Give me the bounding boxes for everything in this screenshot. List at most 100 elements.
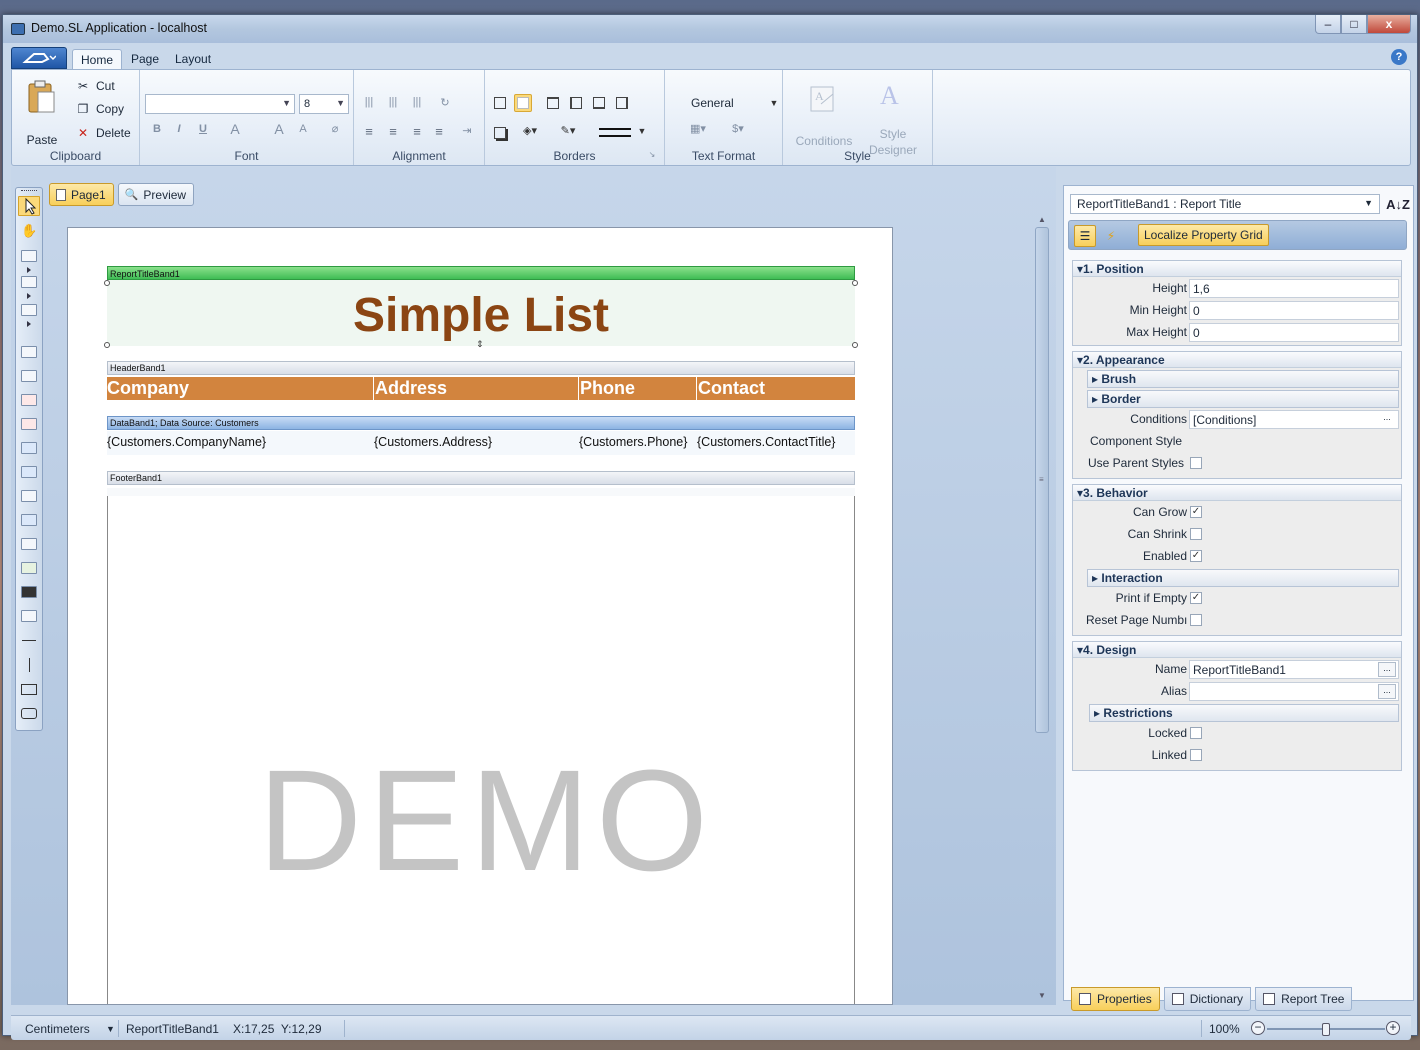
font-color-icon[interactable]: A <box>226 121 244 137</box>
hand-tool[interactable]: ✋ <box>21 223 37 238</box>
category-position-header[interactable]: ▾1. Position <box>1073 261 1401 277</box>
field-company-name[interactable]: {Customers.CompanyName} <box>107 435 266 449</box>
expand-arrow-icon[interactable] <box>27 321 31 327</box>
format-number-icon[interactable]: $▾ <box>729 122 747 135</box>
rounded-rectangle-tool[interactable] <box>21 708 37 719</box>
conditions-button[interactable]: Conditions <box>791 134 857 148</box>
resize-vertical-icon[interactable]: ⇕ <box>476 339 484 350</box>
data-band[interactable]: {Customers.CompanyName} {Customers.Addre… <box>107 431 855 455</box>
help-icon[interactable]: ? <box>1391 49 1407 65</box>
data-band-header[interactable]: DataBand1; Data Source: Customers <box>107 416 855 430</box>
clone-tool[interactable] <box>21 442 37 454</box>
format-currency-icon[interactable]: ▦▾ <box>689 122 707 135</box>
tab-page[interactable]: Page <box>123 49 167 69</box>
brush-expander[interactable]: ▸ Brush <box>1087 370 1399 388</box>
print-if-empty-checkbox[interactable]: ✓ <box>1190 592 1202 604</box>
ellipsis-button[interactable]: ... <box>1378 412 1396 427</box>
minimize-button[interactable]: – <box>1315 15 1341 34</box>
prop-alias-input[interactable]: ... <box>1189 682 1399 701</box>
vertical-line-tool[interactable] <box>29 658 30 672</box>
align-middle-icon[interactable]: ||| <box>384 96 402 108</box>
properties-view-icon[interactable]: ☰ <box>1074 225 1096 247</box>
justify-icon[interactable]: ≡ <box>430 124 448 139</box>
zoom-out-icon[interactable]: − <box>1251 1021 1265 1035</box>
form-tool[interactable] <box>21 490 37 502</box>
use-parent-styles-checkbox[interactable] <box>1190 457 1202 469</box>
band-tool[interactable] <box>21 250 37 262</box>
field-address[interactable]: {Customers.Address} <box>374 435 492 449</box>
bold-icon[interactable]: B <box>148 123 166 135</box>
shrink-font-icon[interactable]: A <box>294 123 312 135</box>
tab-dictionary[interactable]: Dictionary <box>1163 987 1252 1011</box>
border-style-icon[interactable] <box>599 128 631 137</box>
resize-handle[interactable] <box>852 342 858 348</box>
category-appearance-header[interactable]: ▾2. Appearance <box>1073 352 1401 368</box>
horizontal-line-tool[interactable] <box>22 640 36 641</box>
grow-font-icon[interactable]: A <box>270 121 288 137</box>
locked-checkbox[interactable] <box>1190 727 1202 739</box>
can-grow-checkbox[interactable]: ✓ <box>1190 506 1202 518</box>
tab-layout[interactable]: Layout <box>167 49 219 69</box>
scroll-up-icon[interactable]: ▲ <box>1038 215 1046 224</box>
font-family-select[interactable]: ▼ <box>145 94 295 114</box>
events-view-icon[interactable]: ⚡ <box>1100 225 1122 247</box>
resize-handle[interactable] <box>104 342 110 348</box>
clear-format-icon[interactable]: ⌀ <box>326 122 344 135</box>
copy-button[interactable]: ❐ Copy <box>76 102 124 116</box>
underline-icon[interactable]: U <box>194 123 212 135</box>
prop-min-height-input[interactable]: 0 <box>1189 301 1399 320</box>
barcode-tool[interactable] <box>21 586 37 598</box>
rich-text-tool[interactable] <box>21 418 37 430</box>
shape-tool[interactable] <box>21 610 37 622</box>
units-select[interactable]: Centimeters <box>25 1022 90 1036</box>
subreport-tool[interactable] <box>21 304 37 316</box>
report-title-band[interactable]: Simple List <box>107 280 855 346</box>
title-bar[interactable]: Demo.SL Application - localhost – □ x <box>3 15 1417 43</box>
tab-properties[interactable]: Properties <box>1071 987 1160 1011</box>
align-left-icon[interactable]: ≡ <box>360 124 378 139</box>
word-wrap-icon[interactable]: ⇥ <box>458 124 476 137</box>
pointer-tool[interactable] <box>18 196 40 216</box>
paste-button[interactable]: Paste <box>22 133 62 147</box>
container-tool[interactable] <box>21 466 37 478</box>
align-bottom-icon[interactable]: ||| <box>408 96 426 108</box>
report-page[interactable]: DEMO ReportTitleBand1 Simple List ⇕ Head… <box>67 227 893 1005</box>
vertical-scrollbar[interactable]: ▲ ≡ ▼ <box>1033 215 1050 1000</box>
bottom-border-icon[interactable] <box>590 94 608 112</box>
can-shrink-checkbox[interactable] <box>1190 528 1202 540</box>
resize-handle[interactable] <box>852 280 858 286</box>
chevron-down-icon[interactable]: ▼ <box>106 1024 115 1034</box>
footer-band-header[interactable]: FooterBand1 <box>107 471 855 485</box>
linked-checkbox[interactable] <box>1190 749 1202 761</box>
font-size-select[interactable]: 8 ▼ <box>299 94 349 114</box>
column-header-contact[interactable]: Contact <box>697 377 855 400</box>
prop-name-input[interactable]: ReportTitleBand1... <box>1189 660 1399 679</box>
tab-home[interactable]: Home <box>72 49 123 69</box>
delete-button[interactable]: ✕ Delete <box>76 126 131 140</box>
table-tool[interactable] <box>21 514 37 526</box>
page-tool[interactable] <box>21 346 37 358</box>
prop-max-height-input[interactable]: 0 <box>1189 323 1399 342</box>
tab-report-tree[interactable]: Report Tree <box>1255 987 1353 1011</box>
rotate-icon[interactable]: ↻ <box>436 96 454 109</box>
cross-band-tool[interactable] <box>21 276 37 288</box>
align-right-icon[interactable]: ≡ <box>408 124 426 139</box>
header-band-header[interactable]: HeaderBand1 <box>107 361 855 375</box>
prop-conditions-input[interactable]: [Conditions]... <box>1189 410 1399 429</box>
maximize-button[interactable]: □ <box>1341 15 1367 34</box>
category-behavior-header[interactable]: ▾3. Behavior <box>1073 485 1401 501</box>
panel-tool[interactable] <box>21 370 37 382</box>
reset-page-number-checkbox[interactable] <box>1190 614 1202 626</box>
text-tool[interactable] <box>21 394 37 406</box>
chevron-down-icon[interactable]: ▼ <box>633 126 651 136</box>
tab-page1[interactable]: Page1 <box>49 183 114 206</box>
close-button[interactable]: x <box>1367 15 1411 34</box>
report-title-text[interactable]: Simple List <box>107 288 855 343</box>
field-contact-title[interactable]: {Customers.ContactTitle} <box>697 435 835 449</box>
object-selector[interactable]: ReportTitleBand1 : Report Title ▼ <box>1070 194 1380 214</box>
column-header-phone[interactable]: Phone <box>579 377 697 400</box>
prop-height-input[interactable]: 1,6 <box>1189 279 1399 298</box>
ellipsis-button[interactable]: ... <box>1378 662 1396 677</box>
left-border-icon[interactable] <box>567 94 585 112</box>
cut-button[interactable]: ✂ Cut <box>76 79 115 93</box>
